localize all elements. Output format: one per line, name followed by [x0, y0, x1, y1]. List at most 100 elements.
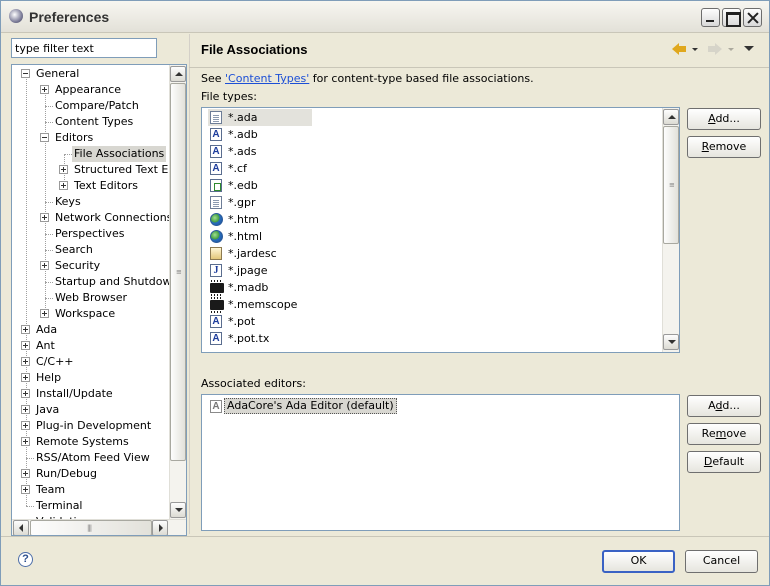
collapse-icon[interactable]: [21, 69, 30, 78]
tree-item-general[interactable]: General: [12, 66, 170, 82]
expand-icon[interactable]: [21, 341, 30, 350]
expand-icon[interactable]: [21, 389, 30, 398]
file-type-row[interactable]: *.gpr: [208, 194, 312, 211]
tree-hscroll-thumb[interactable]: |||: [30, 520, 152, 535]
expand-icon[interactable]: [21, 357, 30, 366]
expand-icon[interactable]: [21, 469, 30, 478]
tree-item-java[interactable]: Java: [12, 402, 170, 418]
file-type-row[interactable]: A *.pot.tx: [208, 330, 312, 347]
expand-icon[interactable]: [21, 373, 30, 382]
file-type-name: *.adb: [228, 128, 258, 141]
expand-icon[interactable]: [21, 485, 30, 494]
close-button[interactable]: [743, 8, 762, 27]
tree-item-editors[interactable]: Editors: [12, 130, 170, 146]
expand-icon[interactable]: [21, 405, 30, 414]
expand-icon[interactable]: [40, 85, 49, 94]
file-types-list[interactable]: *.ada A *.adb A *.ads A *.cf *.edb *.gpr *.htm *.h…: [201, 107, 680, 353]
file-type-row[interactable]: *.htm: [208, 211, 312, 228]
tree-item-search[interactable]: Search: [12, 242, 170, 258]
file-types-scroll-down-button[interactable]: [663, 334, 679, 350]
tree-item-label: Security: [55, 259, 101, 272]
tree-item-ant[interactable]: Ant: [12, 338, 170, 354]
tree-scroll-right-button[interactable]: [152, 520, 168, 535]
tree-item-perspectives[interactable]: Perspectives: [12, 226, 170, 242]
tree-item-c-c[interactable]: C/C++: [12, 354, 170, 370]
tree-vertical-scrollbar[interactable]: ≡: [169, 65, 186, 519]
tree-scroll-down-button[interactable]: [170, 502, 186, 518]
tree-item-team[interactable]: Team: [12, 482, 170, 498]
file-type-row[interactable]: *.jardesc: [208, 245, 312, 262]
help-icon[interactable]: ?: [18, 552, 33, 567]
tree-item-label: Appearance: [55, 83, 122, 96]
tree-item-file-associations[interactable]: File Associations: [12, 146, 170, 162]
view-menu-icon[interactable]: [744, 46, 754, 51]
tree-item-structured-text-editors[interactable]: Structured Text Editors: [12, 162, 170, 178]
file-type-row[interactable]: *.edb: [208, 177, 312, 194]
add-file-type-button[interactable]: Add...: [687, 108, 761, 130]
tree-item-help[interactable]: Help: [12, 370, 170, 386]
tree-item-appearance[interactable]: Appearance: [12, 82, 170, 98]
filter-input[interactable]: [11, 38, 157, 58]
expand-icon[interactable]: [21, 325, 30, 334]
tree-item-run-debug[interactable]: Run/Debug: [12, 466, 170, 482]
file-type-row[interactable]: *.madb: [208, 279, 312, 296]
tree-item-workspace[interactable]: Workspace: [12, 306, 170, 322]
back-history-dropdown-icon[interactable]: [692, 48, 698, 51]
tree-item-rss-atom-feed-view[interactable]: RSS/Atom Feed View: [12, 450, 170, 466]
collapse-icon[interactable]: [40, 133, 49, 142]
tree-item-security[interactable]: Security: [12, 258, 170, 274]
tree-item-web-browser[interactable]: Web Browser: [12, 290, 170, 306]
tree-item-label: Java: [36, 403, 60, 416]
tree-item-text-editors[interactable]: Text Editors: [12, 178, 170, 194]
file-type-row[interactable]: *.ada: [208, 109, 312, 126]
file-type-row[interactable]: A *.pot: [208, 313, 312, 330]
minimize-button[interactable]: [701, 8, 720, 27]
ok-button[interactable]: OK: [602, 550, 675, 573]
tree-item-ada[interactable]: Ada: [12, 322, 170, 338]
back-arrow-icon[interactable]: [672, 43, 686, 55]
file-type-row[interactable]: *.memscope: [208, 296, 312, 313]
expand-icon[interactable]: [59, 181, 68, 190]
title-bar[interactable]: Preferences: [1, 1, 769, 33]
tree-item-startup-and-shutdown[interactable]: Startup and Shutdown: [12, 274, 170, 290]
tree-item-label: RSS/Atom Feed View: [36, 451, 150, 464]
tree-item-keys[interactable]: Keys: [12, 194, 170, 210]
associated-editor-row[interactable]: A AdaCore's Ada Editor (default): [208, 398, 398, 415]
remove-file-type-button[interactable]: Remove: [687, 136, 761, 158]
file-type-row[interactable]: A *.cf: [208, 160, 312, 177]
cancel-button[interactable]: Cancel: [685, 550, 758, 573]
tree-scroll-left-button[interactable]: [13, 520, 29, 535]
expand-icon[interactable]: [59, 165, 68, 174]
remove-editor-button[interactable]: Remove: [687, 423, 761, 445]
expand-icon[interactable]: [40, 309, 49, 318]
content-types-link[interactable]: 'Content Types': [225, 72, 309, 85]
expand-icon[interactable]: [21, 421, 30, 430]
file-types-vertical-scrollbar[interactable]: ≡: [662, 108, 679, 352]
expand-icon[interactable]: [40, 213, 49, 222]
tree-item-plug-in-development[interactable]: Plug-in Development: [12, 418, 170, 434]
tree-item-terminal[interactable]: Terminal: [12, 498, 170, 514]
file-types-scroll-thumb[interactable]: ≡: [663, 126, 679, 244]
add-editor-button[interactable]: Add...: [687, 395, 761, 417]
file-type-row[interactable]: A *.ads: [208, 143, 312, 160]
tree-scroll-up-button[interactable]: [170, 66, 186, 82]
tree-item-remote-systems[interactable]: Remote Systems: [12, 434, 170, 450]
tree-horizontal-scrollbar[interactable]: |||: [12, 519, 186, 535]
file-type-row[interactable]: J *.jpage: [208, 262, 312, 279]
tree-item-install-update[interactable]: Install/Update: [12, 386, 170, 402]
tree-item-compare-patch[interactable]: Compare/Patch: [12, 98, 170, 114]
forward-history-dropdown-icon[interactable]: [728, 48, 734, 51]
forward-arrow-icon[interactable]: [708, 43, 722, 55]
file-types-scroll-up-button[interactable]: [663, 109, 679, 125]
associated-editors-list[interactable]: A AdaCore's Ada Editor (default): [201, 394, 680, 531]
tree-item-label: Workspace: [55, 307, 116, 320]
tree-item-content-types[interactable]: Content Types: [12, 114, 170, 130]
expand-icon[interactable]: [21, 437, 30, 446]
default-editor-button[interactable]: Default: [687, 451, 761, 473]
maximize-button[interactable]: [722, 8, 741, 27]
file-type-row[interactable]: *.html: [208, 228, 312, 245]
file-type-row[interactable]: A *.adb: [208, 126, 312, 143]
tree-item-network-connections[interactable]: Network Connections: [12, 210, 170, 226]
tree-scroll-thumb[interactable]: ≡: [170, 83, 186, 461]
expand-icon[interactable]: [40, 261, 49, 270]
